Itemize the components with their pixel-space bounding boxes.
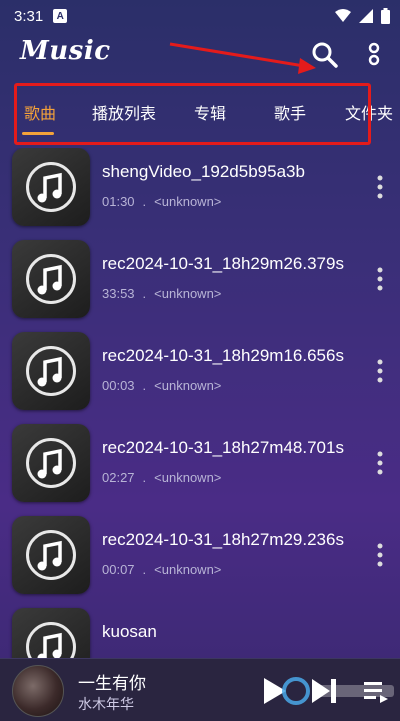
song-meta: 00:03. <unknown> <box>102 378 221 393</box>
song-thumbnail <box>12 332 90 410</box>
song-artist: <unknown> <box>154 470 222 485</box>
more-vertical-icon[interactable] <box>372 448 388 478</box>
status-bar: 3:31 A <box>0 0 400 32</box>
song-duration: 01:30 <box>102 194 135 209</box>
wifi-icon <box>335 9 351 22</box>
song-thumbnail <box>12 516 90 594</box>
music-note-icon <box>37 448 62 479</box>
song-row[interactable]: rec2024-10-31_18h27m29.236s 00:07. <unkno… <box>0 516 400 608</box>
meta-separator: . <box>142 286 147 301</box>
music-note-icon <box>37 356 62 387</box>
song-row[interactable]: rec2024-10-31_18h27m48.701s 02:27. <unkno… <box>0 424 400 516</box>
song-title: rec2024-10-31_18h27m48.701s <box>102 438 344 457</box>
song-meta: 00:07. <unknown> <box>102 562 221 577</box>
song-thumbnail <box>12 148 90 226</box>
song-duration: 33:53 <box>102 286 135 301</box>
status-time: 3:31 <box>14 7 44 25</box>
song-meta: 01:30. <unknown> <box>102 194 221 209</box>
song-row[interactable]: rec2024-10-31_18h29m26.379s 33:53. <unkno… <box>0 240 400 332</box>
song-artist: <unknown> <box>154 378 222 393</box>
song-artist: <unknown> <box>154 286 222 301</box>
more-options-button[interactable] <box>364 40 384 70</box>
meta-separator: . <box>142 562 147 577</box>
tab-artists[interactable]: 歌手 <box>274 100 306 124</box>
more-vertical-icon[interactable] <box>372 172 388 202</box>
meta-separator: . <box>142 194 147 209</box>
tab-folders[interactable]: 文件夹 <box>345 100 393 124</box>
signal-icon <box>359 9 373 23</box>
mini-player[interactable]: 一生有你 水木年华 <box>0 658 400 721</box>
song-row[interactable]: rec2024-10-31_18h29m16.656s 00:03. <unkno… <box>0 332 400 424</box>
now-playing-cover <box>12 665 64 717</box>
music-note-icon <box>37 632 62 658</box>
song-duration: 00:03 <box>102 378 135 393</box>
song-meta: 02:27. <unknown> <box>102 470 221 485</box>
song-title: rec2024-10-31_18h27m29.236s <box>102 530 344 549</box>
song-list: shengVideo_192d5b95a3b 01:30. <unknown> r… <box>0 148 400 658</box>
annotation-arrow <box>169 42 316 74</box>
more-vertical-icon[interactable] <box>372 540 388 570</box>
search-button[interactable] <box>310 40 340 70</box>
song-duration: 00:07 <box>102 562 135 577</box>
song-artist: <unknown> <box>154 562 222 577</box>
song-title: rec2024-10-31_18h29m26.379s <box>102 254 344 273</box>
now-playing-artist: 水木年华 <box>78 696 134 712</box>
more-vertical-icon[interactable] <box>372 264 388 294</box>
search-icon <box>312 42 338 68</box>
meta-separator: . <box>142 378 147 393</box>
song-row[interactable]: kuosan <box>0 608 400 658</box>
tab-playlists[interactable]: 播放列表 <box>92 100 156 124</box>
song-duration: 02:27 <box>102 470 135 485</box>
song-title: shengVideo_192d5b95a3b <box>102 162 305 181</box>
more-vertical-icon <box>368 42 380 66</box>
song-title: kuosan <box>102 622 157 641</box>
song-thumbnail <box>12 240 90 318</box>
tab-albums[interactable]: 专辑 <box>194 100 226 124</box>
song-artist: <unknown> <box>154 194 222 209</box>
status-icons <box>335 8 390 24</box>
song-title: rec2024-10-31_18h29m16.656s <box>102 346 344 365</box>
song-thumbnail <box>12 424 90 502</box>
song-row[interactable]: shengVideo_192d5b95a3b 01:30. <unknown> <box>0 148 400 240</box>
now-playing-title: 一生有你 <box>78 674 146 693</box>
notification-a-icon: A <box>53 9 68 23</box>
music-note-icon <box>37 264 62 295</box>
tab-bar: 歌曲 播放列表 专辑 歌手 文件夹 <box>0 86 400 136</box>
song-thumbnail <box>12 608 90 658</box>
skip-next-icon[interactable] <box>310 677 338 705</box>
tab-indicator <box>22 132 54 135</box>
more-vertical-icon[interactable] <box>372 356 388 386</box>
tab-songs[interactable]: 歌曲 <box>24 100 56 124</box>
queue-icon[interactable] <box>362 677 390 705</box>
battery-icon <box>381 8 390 24</box>
song-meta: 33:53. <unknown> <box>102 286 221 301</box>
play-icon[interactable] <box>262 677 288 705</box>
app-logo: Music <box>20 36 111 66</box>
meta-separator: . <box>142 470 147 485</box>
music-note-icon <box>37 540 62 571</box>
music-note-icon <box>37 172 62 203</box>
app-bar: Music <box>0 32 400 82</box>
